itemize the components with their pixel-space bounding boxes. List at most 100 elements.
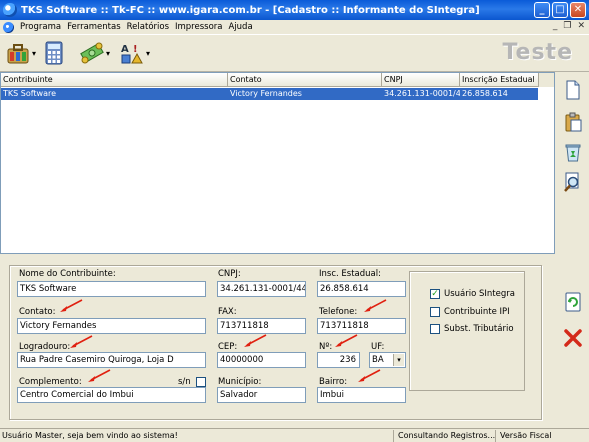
search-button[interactable] <box>563 172 583 192</box>
menu-ajuda[interactable]: Ajuda <box>225 22 255 32</box>
delete-icon <box>564 329 582 347</box>
new-record-button[interactable] <box>563 80 583 100</box>
menu-relatorios[interactable]: Relatórios <box>124 22 172 32</box>
menu-bar: Programa Ferramentas Relatórios Impresso… <box>0 20 589 34</box>
logradouro-label: Logradouro: <box>19 342 71 352</box>
bairro-label: Bairro: <box>319 377 348 387</box>
window-title: TKS Software :: Tk-FC :: www.igara.com.b… <box>21 4 480 16</box>
logradouro-field[interactable]: Rua Padre Casemiro Quiroga, Loja D <box>17 352 206 368</box>
nome-field[interactable]: TKS Software <box>17 281 206 297</box>
title-bar[interactable]: TKS Software :: Tk-FC :: www.igara.com.b… <box>0 0 589 20</box>
svg-text:A: A <box>121 44 129 55</box>
fax-field[interactable]: 713711818 <box>217 318 306 334</box>
column-cnpj[interactable]: CNPJ <box>382 73 460 87</box>
numero-label: Nº: <box>319 342 333 352</box>
status-bar: Usuário Master, seja bem vindo ao sistem… <box>0 428 589 442</box>
mdi-restore-button[interactable]: ❐ <box>563 21 571 31</box>
mdi-close-button[interactable]: ✕ <box>577 21 585 31</box>
side-toolbar <box>556 72 589 426</box>
chevron-down-icon[interactable]: ▾ <box>393 354 404 366</box>
insc-estadual-label: Insc. Estadual: <box>319 269 381 279</box>
calculator-button[interactable] <box>44 40 64 66</box>
contribuinte-ipi-checkbox[interactable] <box>430 307 440 317</box>
mdi-minimize-button[interactable]: _ <box>553 21 558 31</box>
contato-field[interactable]: Victory Fernandes <box>17 318 206 334</box>
chevron-down-icon[interactable]: ▾ <box>32 49 36 58</box>
paste-button[interactable] <box>563 112 583 132</box>
cnpj-label: CNPJ: <box>218 269 241 279</box>
numero-field[interactable]: 236 <box>317 352 360 368</box>
maximize-button[interactable]: □ <box>552 2 568 18</box>
chevron-down-icon[interactable]: ▾ <box>146 49 150 58</box>
menu-programa[interactable]: Programa <box>17 22 64 32</box>
status-version: Versão Fiscal <box>500 431 552 440</box>
cell-contribuinte: TKS Software <box>3 89 57 98</box>
telefone-field[interactable]: 713711818 <box>317 318 406 334</box>
annotation-arrow-icon <box>70 335 93 348</box>
chevron-down-icon[interactable]: ▾ <box>106 49 110 58</box>
clipboard-icon <box>565 112 582 132</box>
column-contato[interactable]: Contato <box>228 73 382 87</box>
app-icon <box>3 3 17 17</box>
nome-label: Nome do Contribuinte: <box>19 269 116 279</box>
annotation-arrow-icon <box>244 334 267 347</box>
telefone-label: Telefone: <box>319 307 358 317</box>
uf-label: UF: <box>371 342 385 352</box>
annotation-arrow-icon <box>364 299 387 312</box>
uf-value: BA <box>372 355 384 365</box>
annotation-arrow-icon <box>358 369 381 382</box>
complemento-field[interactable]: Centro Comercial do Imbui <box>17 387 206 403</box>
cep-field[interactable]: 40000000 <box>217 352 306 368</box>
usuario-sintegra-label[interactable]: Usuário SIntegra <box>444 289 515 299</box>
toolbox-icon <box>7 44 29 64</box>
bairro-field[interactable]: Imbui <box>317 387 406 403</box>
toolbar: ▾ ▾ A ! ▾ Teste <box>0 34 589 72</box>
municipio-label: Município: <box>218 377 262 387</box>
municipio-field[interactable]: Salvador <box>217 387 306 403</box>
cell-inscricao-estadual: 26.858.614 <box>462 89 508 98</box>
brand-watermark: Teste <box>502 40 573 65</box>
column-inscricao-estadual[interactable]: Inscrição Estadual <box>460 73 539 87</box>
app-menu-icon[interactable] <box>3 21 14 33</box>
contribuintes-list[interactable]: Contribuinte Contato CNPJ Inscrição Esta… <box>0 72 555 254</box>
calculator-icon <box>45 41 63 65</box>
annotation-arrow-icon <box>88 369 111 382</box>
contribuinte-ipi-label[interactable]: Contribuinte IPI <box>444 307 510 317</box>
column-contribuinte[interactable]: Contribuinte <box>1 73 228 87</box>
shapes-icon: A ! <box>121 44 143 64</box>
fax-label: FAX: <box>218 307 237 317</box>
cell-cnpj: 34.261.131-0001/44 <box>384 89 460 98</box>
search-icon <box>564 172 579 192</box>
save-button[interactable] <box>563 292 583 312</box>
list-header: Contribuinte Contato CNPJ Inscrição Esta… <box>1 73 554 87</box>
uf-select[interactable]: BA ▾ <box>369 352 406 368</box>
menu-ferramentas[interactable]: Ferramentas <box>64 22 124 32</box>
sn-checkbox[interactable] <box>196 377 206 387</box>
status-activity: Consultando Registros... <box>398 430 496 442</box>
annotation-arrow-icon <box>335 334 358 347</box>
recycle-button[interactable] <box>563 142 583 162</box>
close-button[interactable]: ✕ <box>570 2 586 18</box>
save-icon <box>565 292 581 312</box>
delete-button[interactable] <box>563 328 583 348</box>
cadastro-form: Nome do Contribuinte: TKS Software CNPJ:… <box>0 254 555 426</box>
minimize-button[interactable]: _ <box>534 2 550 18</box>
money-button[interactable]: ▾ <box>80 40 110 66</box>
contato-label: Contato: <box>19 307 56 317</box>
cep-label: CEP: <box>218 342 238 352</box>
menu-impressora[interactable]: Impressora <box>172 22 225 32</box>
complemento-label: Complemento: <box>19 377 82 387</box>
tools-button[interactable]: ▾ <box>6 40 36 66</box>
cnpj-field[interactable]: 34.261.131-0001/44 <box>217 281 306 297</box>
annotation-arrow-icon <box>60 299 83 312</box>
shapes-button[interactable]: A ! ▾ <box>120 40 150 66</box>
sn-label: s/n <box>178 377 191 387</box>
table-row[interactable]: TKS Software Victory Fernandes 34.261.13… <box>1 88 538 100</box>
new-document-icon <box>566 80 580 100</box>
status-message: Usuário Master, seja bem vindo ao sistem… <box>0 430 394 442</box>
cell-contato: Victory Fernandes <box>230 89 302 98</box>
subst-tributario-label[interactable]: Subst. Tributário <box>444 324 514 334</box>
usuario-sintegra-checkbox[interactable]: ✓ <box>430 289 440 299</box>
subst-tributario-checkbox[interactable] <box>430 324 440 334</box>
insc-estadual-field[interactable]: 26.858.614 <box>317 281 406 297</box>
